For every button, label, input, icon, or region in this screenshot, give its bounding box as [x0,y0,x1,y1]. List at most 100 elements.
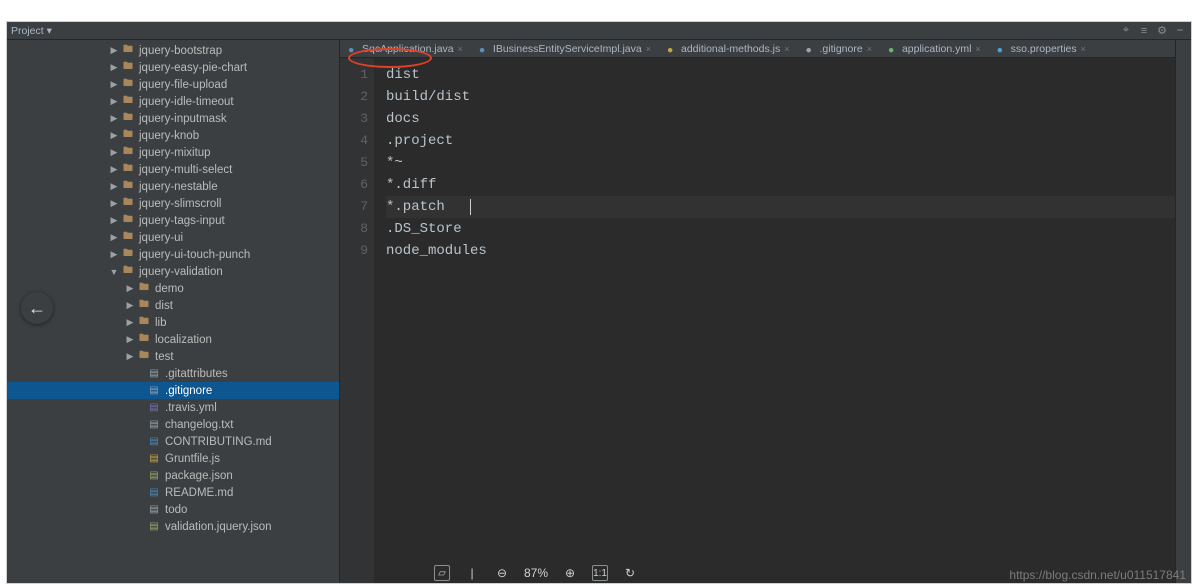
tree-item-label: dist [155,300,173,312]
tree-file[interactable]: ▤CONTRIBUTING.md [7,433,339,450]
tree-folder[interactable]: 🖿demo [7,280,339,297]
tree-file[interactable]: ▤.gitattributes [7,365,339,382]
expand-arrow-icon[interactable] [109,181,119,192]
expand-arrow-icon[interactable] [109,45,119,56]
gear-icon[interactable]: ⚙ [1155,24,1169,38]
layout-icon[interactable]: ▱ [434,565,450,581]
collapse-icon[interactable]: ≡ [1137,24,1151,38]
expand-arrow-icon[interactable] [109,232,119,243]
tree-folder[interactable]: 🖿localization [7,331,339,348]
tree-folder[interactable]: 🖿jquery-mixitup [7,144,339,161]
project-dropdown[interactable]: Project ▾ [11,25,52,37]
expand-arrow-icon[interactable] [125,300,135,311]
expand-arrow-icon[interactable] [109,113,119,124]
tree-folder[interactable]: 🖿jquery-multi-select [7,161,339,178]
tree-file[interactable]: ▤Gruntfile.js [7,450,339,467]
expand-arrow-icon[interactable] [109,164,119,175]
expand-arrow-icon[interactable] [125,334,135,345]
editor-tab[interactable]: ●IBusinessEntityServiceImpl.java× [471,40,659,57]
tree-file[interactable]: ▤package.json [7,467,339,484]
tree-folder[interactable]: 🖿jquery-inputmask [7,110,339,127]
expand-arrow-icon[interactable] [125,317,135,328]
tree-folder[interactable]: 🖿jquery-validation [7,263,339,280]
code-line[interactable]: node_modules [386,240,1191,262]
tree-file[interactable]: ▤validation.jquery.json [7,518,339,535]
expand-arrow-icon[interactable] [125,283,135,294]
expand-arrow-icon[interactable] [109,79,119,90]
tab-label: SqcApplication.java [362,43,454,55]
tree-folder[interactable]: 🖿 jquery-tags-input [7,212,339,229]
expand-arrow-icon[interactable] [109,62,119,73]
tree-folder[interactable]: 🖿lib [7,314,339,331]
tree-item-label: jquery-tags-input [139,215,225,227]
zoom-out-icon[interactable]: ⊖ [494,565,510,581]
tree-folder[interactable]: 🖿jquery-easy-pie-chart [7,59,339,76]
code-line[interactable]: *.diff [386,174,1191,196]
tree-item-label: localization [155,334,212,346]
expand-arrow-icon[interactable] [109,249,119,260]
code-line[interactable]: dist [386,64,1191,86]
editor-tab[interactable]: ●SqcApplication.java× [340,40,471,57]
editor-tab[interactable]: ●sso.properties× [989,40,1094,57]
code-area[interactable]: distbuild/distdocs.project*~*.diff*.patc… [374,58,1191,583]
folder-icon: 🖿 [121,146,135,160]
target-icon[interactable]: ⌖ [1119,24,1133,38]
tree-folder[interactable]: 🖿jquery-nestable [7,178,339,195]
tree-item-label: jquery-bootstrap [139,45,222,57]
expand-arrow-icon[interactable] [109,147,119,158]
tree-folder[interactable]: 🖿jquery-idle-timeout [7,93,339,110]
tree-folder[interactable]: 🖿dist [7,297,339,314]
line-number: 7 [340,196,368,218]
expand-arrow-icon[interactable] [125,351,135,362]
project-tree[interactable]: 🖿jquery-bootstrap🖿jquery-easy-pie-chart🖿… [7,40,339,539]
project-sidebar[interactable]: 🖿jquery-bootstrap🖿jquery-easy-pie-chart🖿… [7,40,340,583]
json-icon: ▤ [147,520,161,534]
txt-icon: ▤ [147,418,161,432]
code-line[interactable]: *~ [386,152,1191,174]
expand-arrow-icon[interactable] [109,215,119,226]
tree-folder[interactable]: 🖿jquery-slimscroll [7,195,339,212]
tree-folder[interactable]: 🖿jquery-file-upload [7,76,339,93]
close-icon[interactable]: × [867,44,872,54]
close-icon[interactable]: × [975,44,980,54]
code-line[interactable]: *.patch [386,196,1191,218]
expand-arrow-icon[interactable] [109,130,119,141]
tree-file[interactable]: ▤.gitignore [7,382,339,399]
close-icon[interactable]: × [458,44,463,54]
tree-file[interactable]: ▤todo [7,501,339,518]
back-button[interactable]: ← [21,292,53,324]
rotate-icon[interactable]: ↻ [622,565,638,581]
tree-item-label: .gitignore [165,385,212,397]
folder-icon: 🖿 [121,214,135,228]
tree-file[interactable]: ▤changelog.txt [7,416,339,433]
code-line[interactable]: .DS_Store [386,218,1191,240]
close-icon[interactable]: × [784,44,789,54]
tree-file[interactable]: ▤.travis.yml [7,399,339,416]
code-line[interactable]: docs [386,108,1191,130]
code-line[interactable]: build/dist [386,86,1191,108]
editor-tab[interactable]: ●additional-methods.js× [659,40,798,57]
tree-folder[interactable]: 🖿jquery-ui-touch-punch [7,246,339,263]
line-number: 9 [340,240,368,262]
tree-folder[interactable]: 🖿jquery-bootstrap [7,42,339,59]
right-toolstrip[interactable] [1175,40,1191,583]
expand-arrow-icon[interactable] [109,198,119,209]
tree-file[interactable]: ▤README.md [7,484,339,501]
zoom-in-icon[interactable]: ⊕ [562,565,578,581]
close-icon[interactable]: × [1081,44,1086,54]
tree-folder[interactable]: 🖿test [7,348,339,365]
tree-folder[interactable]: 🖿jquery-knob [7,127,339,144]
line-number: 6 [340,174,368,196]
editor-tab[interactable]: ●.gitignore× [797,40,879,57]
expand-arrow-icon[interactable] [109,96,119,107]
one-to-one-button[interactable]: 1:1 [592,565,608,581]
tree-item-label: jquery-knob [139,130,199,142]
hide-panel-icon[interactable]: ⎯ [1173,24,1187,38]
editor-tab[interactable]: ●application.yml× [880,40,989,57]
code-line[interactable]: .project [386,130,1191,152]
editor-body[interactable]: 123456789 distbuild/distdocs.project*~*.… [340,58,1191,583]
close-icon[interactable]: × [646,44,651,54]
editor-tabbar[interactable]: ●SqcApplication.java×●IBusinessEntitySer… [340,40,1191,58]
tree-folder[interactable]: 🖿jquery-ui [7,229,339,246]
expand-arrow-icon[interactable] [109,267,119,277]
